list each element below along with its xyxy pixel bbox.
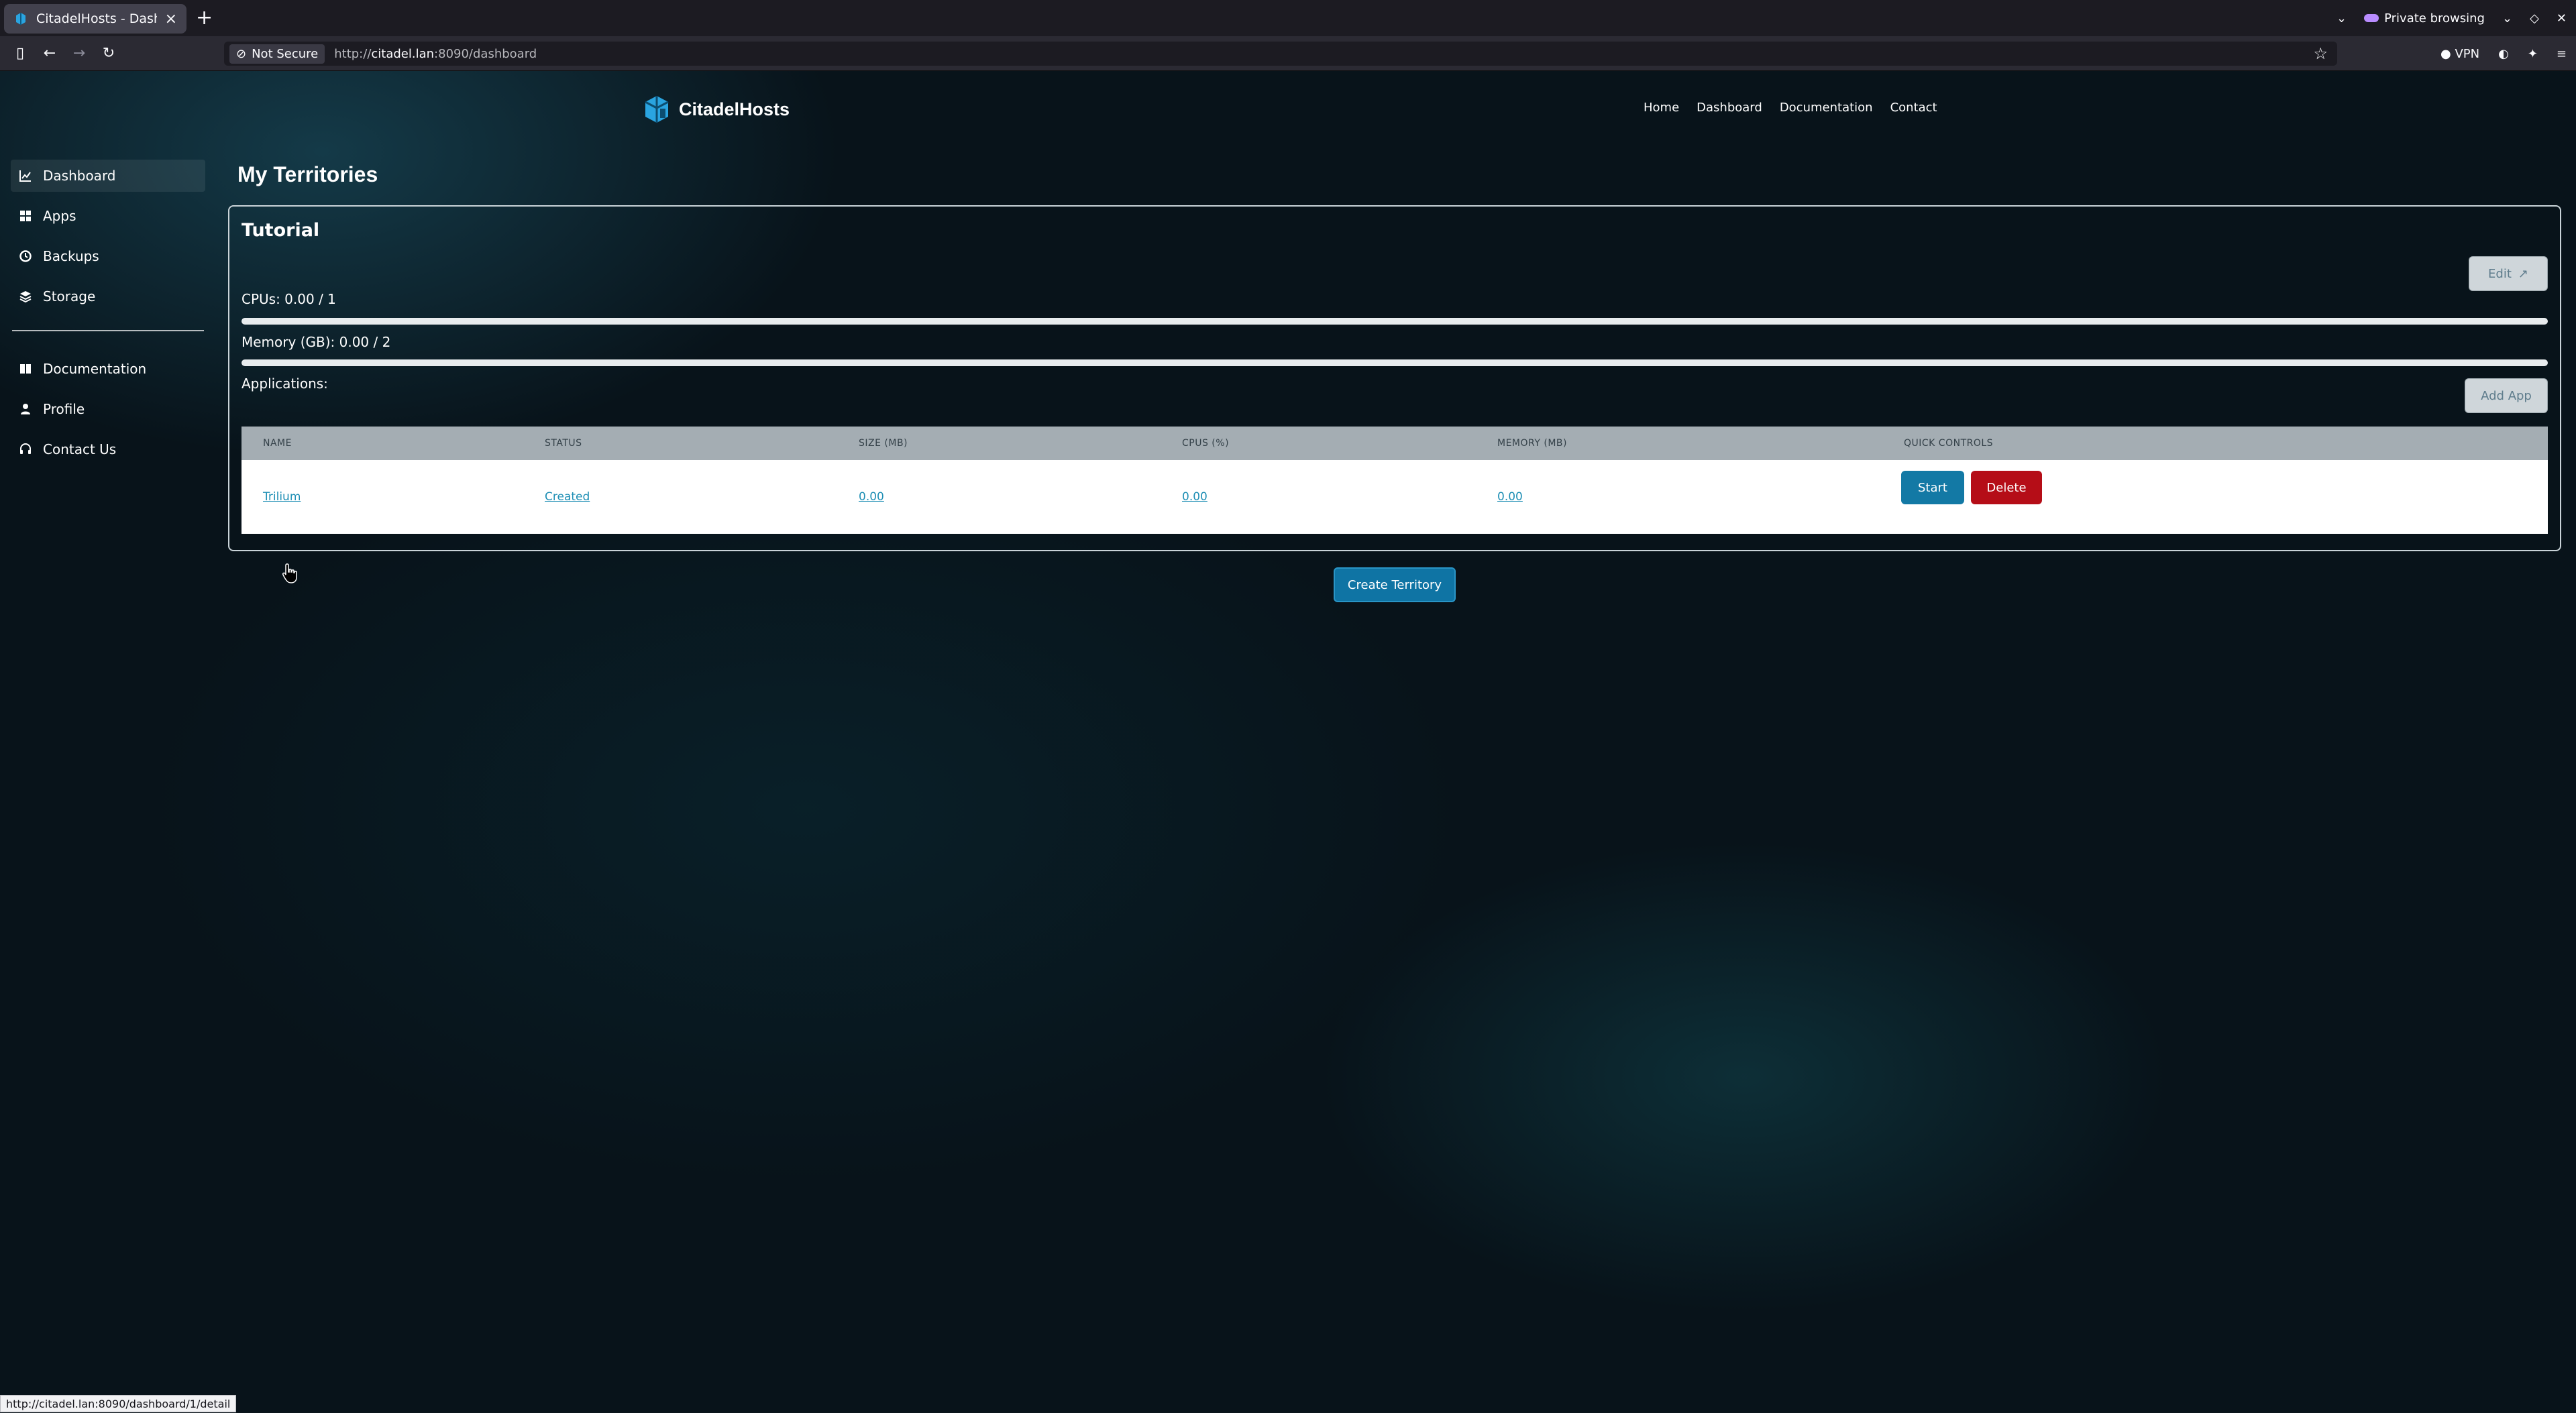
sidebar-item-storage[interactable]: Storage [11, 280, 205, 313]
header-size: SIZE (MB) [859, 438, 908, 449]
sidebar-item-profile[interactable]: Profile [11, 393, 205, 425]
close-window-icon[interactable]: ✕ [2557, 11, 2567, 25]
quick-controls: Start Delete [1901, 471, 2042, 504]
top-navigation: Home Dashboard Documentation Contact [1644, 101, 1937, 115]
not-secure-badge[interactable]: ⊘ Not Secure [229, 44, 325, 64]
book-icon [20, 364, 31, 374]
edit-territory-button[interactable]: Edit ↗ [2469, 256, 2548, 291]
territory-card: Tutorial Edit ↗ CPUs: 0.00 / 1 Memory (G… [228, 205, 2561, 551]
cpus-label: CPUs: 0.00 / 1 [241, 291, 336, 307]
sidebar-item-label: Backups [43, 248, 99, 264]
restore-window-icon[interactable]: ◇ [2530, 11, 2539, 25]
citadel-favicon-icon [16, 13, 25, 25]
header-cpus: CPUS (%) [1182, 438, 1230, 449]
bookmark-star-icon[interactable]: ☆ [2313, 44, 2328, 63]
sidebar-item-label: Documentation [43, 361, 147, 377]
browser-tab[interactable]: CitadelHosts - Dashboard × [4, 4, 186, 34]
hand-pointer-cursor-icon [282, 563, 297, 583]
page-content: CitadelHosts Home Dashboard Documentatio… [0, 71, 2576, 1412]
forward-arrow-icon[interactable]: → [70, 44, 89, 63]
sidebar-item-label: Storage [43, 288, 96, 304]
browser-nav-bar: ▯ ← → ↻ ⊘ Not Secure http://citadel.lan:… [0, 36, 2576, 71]
sidebar-item-apps[interactable]: Apps [11, 200, 205, 232]
sidebar-item-contact-us[interactable]: Contact Us [11, 433, 205, 465]
url-text[interactable]: http://citadel.lan:8090/dashboard [334, 47, 537, 61]
backup-icon [19, 250, 32, 262]
memory-progress-bar [241, 359, 2548, 366]
applications-table: NAME STATUS SIZE (MB) CPUS (%) MEMORY (M… [241, 427, 2548, 534]
sidebar-item-backups[interactable]: Backups [11, 240, 205, 272]
memory-label: Memory (GB): 0.00 / 2 [241, 334, 391, 350]
app-name-link[interactable]: Trilium [263, 490, 301, 504]
insecure-lock-icon: ⊘ [236, 46, 247, 61]
nav-home-link[interactable]: Home [1644, 101, 1679, 115]
nav-contact-link[interactable]: Contact [1890, 101, 1937, 115]
vpn-button[interactable]: ● VPN [2440, 47, 2479, 61]
table-header: NAME STATUS SIZE (MB) CPUS (%) MEMORY (M… [241, 427, 2548, 460]
address-bar[interactable]: ⊘ Not Secure http://citadel.lan:8090/das… [224, 42, 2337, 66]
url-path: :8090/dashboard [434, 46, 537, 61]
territory-name: Tutorial [241, 220, 320, 241]
list-all-tabs-icon[interactable]: ⌄ [2337, 11, 2347, 25]
nav-documentation-link[interactable]: Documentation [1780, 101, 1873, 115]
link-status-bar: http://citadel.lan:8090/dashboard/1/deta… [0, 1395, 237, 1412]
minimize-window-icon[interactable]: ⌄ [2502, 11, 2512, 25]
delete-app-button[interactable]: Delete [1971, 471, 2042, 504]
private-browsing-label: Private browsing [2384, 11, 2485, 25]
extensions-icon[interactable]: ✦ [2528, 47, 2538, 61]
vpn-label: VPN [2455, 46, 2480, 61]
create-territory-button[interactable]: Create Territory [1334, 567, 1456, 602]
app-size-link[interactable]: 0.00 [859, 490, 884, 504]
header-name: NAME [263, 438, 292, 449]
sidebar-item-documentation[interactable]: Documentation [11, 353, 205, 385]
cpus-progress-bar [241, 318, 2548, 325]
layers-icon [19, 291, 32, 303]
app-cpus-link[interactable]: 0.00 [1182, 490, 1208, 504]
page-title: My Territories [237, 162, 378, 186]
add-app-button[interactable]: Add App [2465, 378, 2548, 413]
sidebar-item-label: Apps [43, 208, 76, 224]
app-status-link[interactable]: Created [545, 490, 590, 504]
private-mask-icon [2364, 14, 2379, 22]
header-quick-controls: QUICK CONTROLS [1904, 438, 1994, 449]
site-header: CitadelHosts Home Dashboard Documentatio… [0, 71, 2576, 145]
user-icon [21, 404, 30, 414]
close-tab-icon[interactable]: × [165, 11, 177, 27]
url-host: citadel.lan [371, 46, 435, 61]
privacy-icon[interactable]: ◐ [2498, 47, 2509, 61]
table-row: Trilium Created 0.00 0.00 0.00 Start Dele… [241, 460, 2548, 534]
app-menu-icon[interactable]: ≡ [2557, 47, 2567, 61]
sidebar-divider [12, 330, 204, 331]
reload-icon[interactable]: ↻ [99, 44, 118, 63]
start-app-button[interactable]: Start [1901, 471, 1964, 504]
grid-icon [20, 211, 31, 221]
sidebar-item-dashboard[interactable]: Dashboard [11, 160, 205, 192]
sidebar-toggle-icon[interactable]: ▯ [11, 44, 30, 63]
external-link-icon: ↗ [2518, 266, 2528, 281]
back-arrow-icon[interactable]: ← [40, 44, 59, 63]
tab-title: CitadelHosts - Dashboard [36, 11, 157, 26]
url-prefix: http:// [334, 46, 372, 61]
sidebar-item-label: Dashboard [43, 168, 116, 184]
not-secure-label: Not Secure [252, 46, 319, 61]
sidebar-item-label: Contact Us [43, 441, 117, 457]
applications-label: Applications: [241, 376, 328, 392]
new-tab-button[interactable]: + [196, 7, 213, 30]
header-status: STATUS [545, 438, 582, 449]
browser-tab-bar: CitadelHosts - Dashboard × + ⌄ Private b… [0, 0, 2576, 36]
brand-name: CitadelHosts [679, 99, 790, 119]
app-memory-link[interactable]: 0.00 [1497, 490, 1523, 504]
private-browsing-indicator: Private browsing [2364, 11, 2485, 25]
nav-dashboard-link[interactable]: Dashboard [1697, 101, 1762, 115]
brand[interactable]: CitadelHosts [643, 94, 790, 125]
citadel-logo-icon [645, 96, 669, 123]
chart-line-icon [19, 170, 31, 182]
headset-icon [20, 443, 31, 454]
sidebar: Dashboard Apps Backups Storage Documenta… [11, 160, 205, 473]
edit-label: Edit [2488, 266, 2512, 281]
header-memory: MEMORY (MB) [1497, 438, 1567, 449]
sidebar-item-label: Profile [43, 401, 85, 417]
